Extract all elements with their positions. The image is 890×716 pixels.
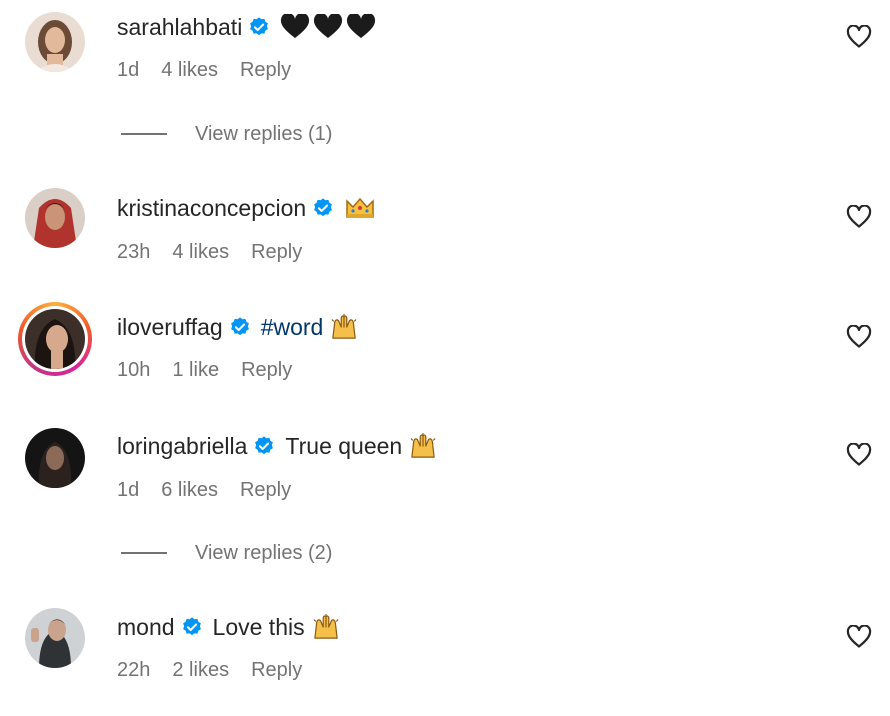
avatar[interactable] — [25, 12, 85, 72]
verified-badge-icon — [181, 616, 203, 638]
comment-timestamp[interactable]: 1d — [117, 57, 139, 83]
view-replies-label: View replies (2) — [195, 542, 333, 564]
reply-button[interactable]: Reply — [241, 357, 292, 383]
hashtag-link[interactable]: #word — [261, 312, 324, 342]
comment-timestamp[interactable]: 23h — [117, 239, 150, 265]
verified-badge-icon — [312, 197, 334, 219]
view-replies-button[interactable]: View replies (1) — [121, 121, 332, 147]
comment-username[interactable]: iloveruffag — [117, 312, 223, 342]
comment-timestamp[interactable]: 22h — [117, 657, 150, 683]
reply-button[interactable]: Reply — [251, 657, 302, 683]
comment-likes[interactable]: 4 likes — [161, 57, 218, 83]
raising-hands-icon — [408, 433, 438, 459]
comment-text: Love this — [212, 614, 305, 640]
like-heart-icon[interactable] — [846, 325, 872, 349]
raising-hands-icon — [311, 614, 341, 640]
verified-badge-icon — [229, 316, 251, 338]
reply-button[interactable]: Reply — [240, 477, 291, 503]
divider — [121, 552, 167, 554]
divider — [121, 133, 167, 135]
comment-username[interactable]: mond — [117, 612, 175, 642]
avatar[interactable] — [25, 188, 85, 248]
story-ring — [22, 306, 88, 372]
comment-username[interactable]: kristinaconcepcion — [117, 193, 306, 223]
like-heart-icon[interactable] — [846, 25, 872, 49]
like-heart-icon[interactable] — [846, 205, 872, 229]
like-heart-icon[interactable] — [846, 443, 872, 467]
comment-likes[interactable]: 4 likes — [172, 239, 229, 265]
avatar[interactable] — [25, 428, 85, 488]
comment-username[interactable]: loringabriella — [117, 431, 247, 461]
view-replies-label: View replies (1) — [195, 123, 333, 145]
black-heart-icon — [313, 14, 343, 40]
comment-likes[interactable]: 6 likes — [161, 477, 218, 503]
crown-icon — [344, 195, 376, 221]
comment-timestamp[interactable]: 1d — [117, 477, 139, 503]
comment-timestamp[interactable]: 10h — [117, 357, 150, 383]
reply-button[interactable]: Reply — [251, 239, 302, 265]
black-heart-icon — [346, 14, 376, 40]
avatar[interactable] — [18, 302, 92, 376]
raising-hands-icon — [329, 314, 359, 340]
like-heart-icon[interactable] — [846, 625, 872, 649]
reply-button[interactable]: Reply — [240, 57, 291, 83]
comment-likes[interactable]: 2 likes — [172, 657, 229, 683]
comment-text: True queen — [285, 433, 403, 459]
black-heart-icon — [280, 14, 310, 40]
comment-likes[interactable]: 1 like — [172, 357, 219, 383]
verified-badge-icon — [248, 16, 270, 38]
view-replies-button[interactable]: View replies (2) — [121, 540, 332, 566]
verified-badge-icon — [253, 435, 275, 457]
comment-username[interactable]: sarahlahbati — [117, 12, 242, 42]
avatar[interactable] — [25, 608, 85, 668]
